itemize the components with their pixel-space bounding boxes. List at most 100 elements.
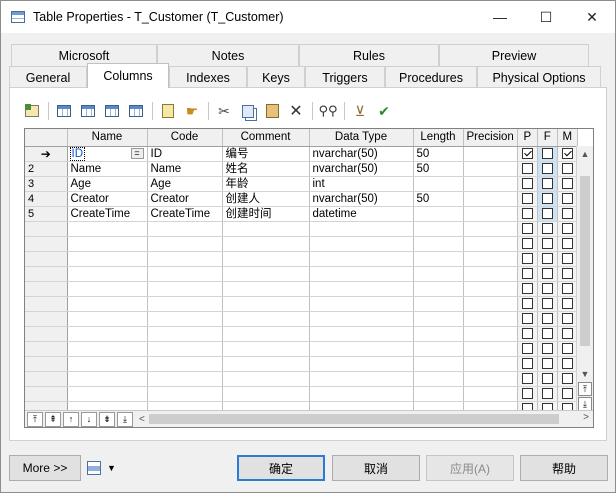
empty-cell[interactable] <box>67 236 148 252</box>
tab-keys[interactable]: Keys <box>247 66 305 88</box>
cell-comment[interactable]: 创建时间 <box>222 206 310 222</box>
cell-flag-f[interactable] <box>537 146 558 162</box>
empty-cell[interactable] <box>463 251 518 267</box>
empty-cell[interactable] <box>67 296 148 312</box>
cell-flag-m[interactable] <box>557 326 578 342</box>
empty-cell[interactable] <box>413 341 464 357</box>
empty-row[interactable] <box>25 311 578 327</box>
new-document-button[interactable] <box>158 101 178 121</box>
empty-cell[interactable] <box>67 341 148 357</box>
vertical-scroll-thumb[interactable] <box>580 176 590 346</box>
checkbox-p[interactable] <box>521 207 533 219</box>
cell-flag-f[interactable] <box>537 266 558 282</box>
empty-cell[interactable] <box>67 281 148 297</box>
row-header[interactable]: 4 <box>25 191 68 207</box>
table-row[interactable]: 5 CreateTime CreateTime 创建时间 datetime <box>25 206 578 222</box>
cell-flag-f[interactable] <box>537 386 558 402</box>
checkbox-m[interactable] <box>561 222 573 234</box>
name-edit-text[interactable]: ID <box>69 146 85 160</box>
checkbox-p[interactable] <box>521 147 533 159</box>
cell-flag-p[interactable] <box>517 326 538 342</box>
cell-flag-p[interactable] <box>517 356 538 372</box>
checkbox-p[interactable] <box>521 342 533 354</box>
checkbox-p[interactable] <box>521 327 533 339</box>
cell-flag-f[interactable] <box>537 161 558 177</box>
move-page-down-button[interactable]: ⇟ <box>99 411 115 427</box>
checkbox-p[interactable] <box>521 192 533 204</box>
checkbox-p[interactable] <box>521 357 533 369</box>
empty-cell[interactable] <box>67 356 148 372</box>
empty-cell[interactable] <box>147 386 223 402</box>
move-page-up-button[interactable]: ⇞ <box>45 411 61 427</box>
empty-cell[interactable] <box>147 296 223 312</box>
header-comment[interactable]: Comment <box>222 129 310 147</box>
cell-flag-m[interactable] <box>557 341 578 357</box>
cut-button[interactable]: ✂ <box>214 101 234 121</box>
empty-row[interactable] <box>25 266 578 282</box>
checkbox-f[interactable] <box>541 207 553 219</box>
cell-length[interactable] <box>413 206 464 222</box>
empty-cell[interactable] <box>67 326 148 342</box>
checkbox-f[interactable] <box>541 372 553 384</box>
checkbox-p[interactable] <box>521 222 533 234</box>
checkbox-f[interactable] <box>541 237 553 249</box>
checkbox-m[interactable] <box>561 162 573 174</box>
empty-row[interactable] <box>25 386 578 402</box>
empty-row[interactable] <box>25 371 578 387</box>
cell-flag-p[interactable] <box>517 386 538 402</box>
empty-cell[interactable] <box>222 236 310 252</box>
tab-physical-options[interactable]: Physical Options <box>477 66 601 88</box>
cell-precision[interactable] <box>463 191 518 207</box>
row-header[interactable] <box>25 221 68 237</box>
empty-cell[interactable] <box>463 266 518 282</box>
checkbox-m[interactable] <box>561 147 573 159</box>
filter-button[interactable]: ⊻ <box>350 101 370 121</box>
help-button[interactable]: 帮助 <box>520 455 608 481</box>
move-bottom-button[interactable]: ⤓ <box>117 411 133 427</box>
empty-cell[interactable] <box>222 296 310 312</box>
empty-cell[interactable] <box>463 371 518 387</box>
cell-flag-p[interactable] <box>517 176 538 192</box>
empty-row[interactable] <box>25 326 578 342</box>
empty-cell[interactable] <box>147 281 223 297</box>
empty-cell[interactable] <box>222 311 310 327</box>
cell-flag-p[interactable] <box>517 221 538 237</box>
empty-cell[interactable] <box>413 296 464 312</box>
cell-name[interactable]: Creator <box>67 191 148 207</box>
cell-flag-m[interactable] <box>557 266 578 282</box>
cell-precision[interactable] <box>463 146 518 162</box>
cell-flag-f[interactable] <box>537 206 558 222</box>
horizontal-scroll-thumb[interactable] <box>149 414 559 424</box>
empty-cell[interactable] <box>222 386 310 402</box>
find-button[interactable]: ⚲⚲ <box>318 101 338 121</box>
row-header[interactable]: 5 <box>25 206 68 222</box>
empty-cell[interactable] <box>309 341 414 357</box>
cell-flag-f[interactable] <box>537 191 558 207</box>
empty-cell[interactable] <box>67 311 148 327</box>
checkbox-m[interactable] <box>561 267 573 279</box>
row-header[interactable] <box>25 236 68 252</box>
columns-grid[interactable]: Name Code Comment Data Type Length Preci… <box>24 128 594 428</box>
checkbox-p[interactable] <box>521 267 533 279</box>
empty-cell[interactable] <box>222 266 310 282</box>
table-row[interactable]: 2 Name Name 姓名 nvarchar(50) 50 <box>25 161 578 177</box>
cell-flag-f[interactable] <box>537 251 558 267</box>
checkbox-m[interactable] <box>561 192 573 204</box>
row-header[interactable]: ➔ <box>25 146 68 162</box>
checkbox-m[interactable] <box>561 342 573 354</box>
check-model-button[interactable]: ✔ <box>374 101 394 121</box>
checkbox-m[interactable] <box>561 387 573 399</box>
cell-flag-p[interactable] <box>517 236 538 252</box>
cell-length[interactable]: 50 <box>413 191 464 207</box>
checkbox-m[interactable] <box>561 327 573 339</box>
header-primary[interactable]: P <box>517 129 538 147</box>
checkbox-f[interactable] <box>541 252 553 264</box>
checkbox-m[interactable] <box>561 282 573 294</box>
minimize-button[interactable]: — <box>477 1 523 33</box>
empty-cell[interactable] <box>147 221 223 237</box>
row-header[interactable] <box>25 386 68 402</box>
empty-cell[interactable] <box>413 311 464 327</box>
cell-code[interactable]: CreateTime <box>147 206 223 222</box>
cell-flag-m[interactable] <box>557 356 578 372</box>
empty-cell[interactable] <box>222 281 310 297</box>
